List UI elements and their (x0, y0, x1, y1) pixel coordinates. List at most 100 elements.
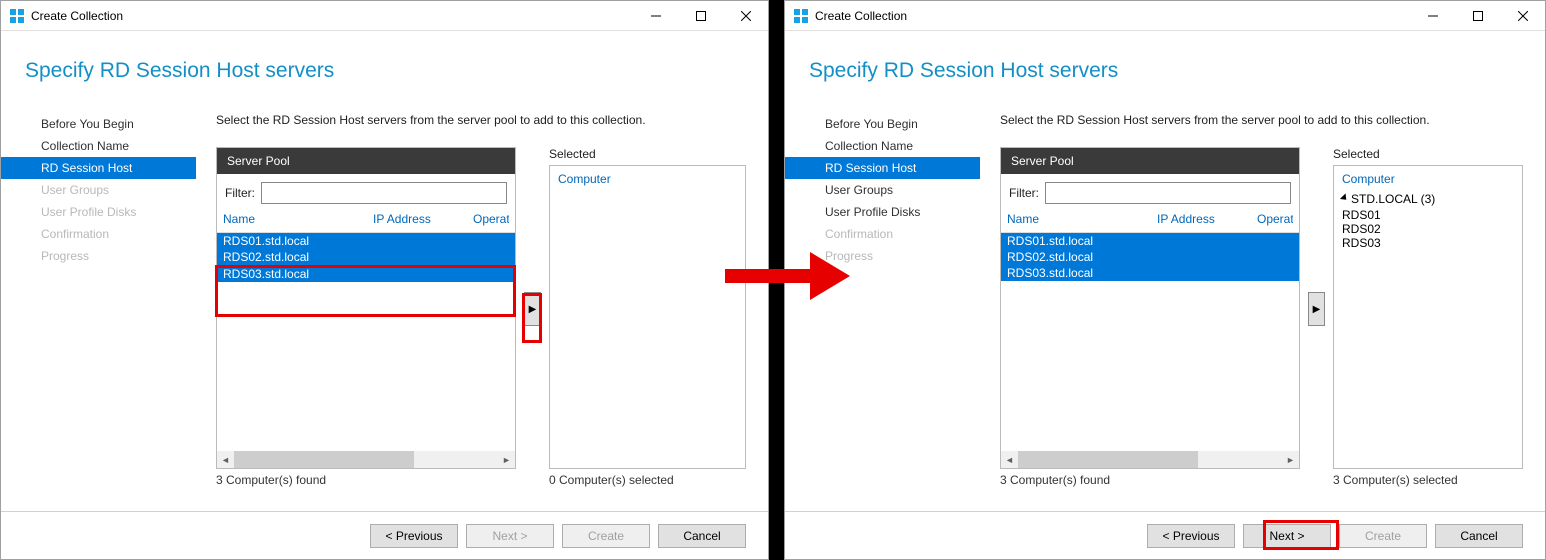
previous-button[interactable]: < Previous (1147, 524, 1235, 548)
nav-collection-name[interactable]: Collection Name (785, 135, 980, 157)
cancel-button[interactable]: Cancel (1435, 524, 1523, 548)
titlebar: Create Collection (1, 1, 768, 31)
titlebar: Create Collection (785, 1, 1545, 31)
close-button[interactable] (723, 2, 768, 30)
content-area: Select the RD Session Host servers from … (196, 101, 768, 511)
nav-progress: Progress (1, 245, 196, 267)
nav-user-profile-disks: User Profile Disks (1, 201, 196, 223)
server-columns: Name IP Address Operat (1001, 212, 1299, 233)
col-ip[interactable]: IP Address (373, 212, 473, 226)
col-name[interactable]: Name (223, 212, 373, 226)
scroll-right-icon[interactable]: ► (498, 451, 515, 468)
server-count: 3 Computer(s) found (1000, 473, 1300, 487)
selected-list[interactable]: Computer STD.LOCAL (3) RDS01 RDS02 RDS03 (1333, 165, 1523, 469)
h-scrollbar[interactable]: ◄ ► (217, 451, 515, 468)
scroll-left-icon[interactable]: ◄ (1001, 451, 1018, 468)
divider (769, 0, 784, 560)
wizard-footer: < Previous Next > Create Cancel (785, 511, 1545, 559)
wizard-window-after: Create Collection Specify RD Session Hos… (784, 0, 1546, 560)
selected-count: 0 Computer(s) selected (549, 473, 746, 487)
selected-count: 3 Computer(s) selected (1333, 473, 1523, 487)
nav-rd-session-host[interactable]: RD Session Host (1, 157, 196, 179)
server-pool: Server Pool Filter: Name IP Address Oper… (216, 147, 516, 469)
nav-user-groups[interactable]: User Groups (785, 179, 980, 201)
minimize-button[interactable] (633, 2, 678, 30)
selected-header: Computer (1342, 172, 1514, 186)
selected-group-label: STD.LOCAL (3) (1351, 192, 1435, 206)
page-title: Specify RD Session Host servers (785, 31, 1545, 83)
window-title: Create Collection (31, 9, 633, 23)
nav-before-you-begin[interactable]: Before You Begin (1, 113, 196, 135)
scroll-right-icon[interactable]: ► (1282, 451, 1299, 468)
app-icon (793, 8, 809, 24)
nav-user-profile-disks[interactable]: User Profile Disks (785, 201, 980, 223)
selected-group[interactable]: STD.LOCAL (3) (1342, 192, 1514, 206)
wizard-body: Before You Begin Collection Name RD Sess… (1, 101, 768, 511)
selected-item[interactable]: RDS02 (1342, 222, 1514, 236)
nav-collection-name[interactable]: Collection Name (1, 135, 196, 157)
nav-confirmation: Confirmation (1, 223, 196, 245)
wizard-nav: Before You Begin Collection Name RD Sess… (1, 101, 196, 511)
wizard-body: Before You Begin Collection Name RD Sess… (785, 101, 1545, 511)
server-row[interactable]: RDS01.std.local (1001, 233, 1299, 249)
instruction-text: Select the RD Session Host servers from … (216, 113, 746, 127)
maximize-button[interactable] (678, 2, 723, 30)
instruction-text: Select the RD Session Host servers from … (1000, 113, 1523, 127)
close-button[interactable] (1500, 2, 1545, 30)
server-count: 3 Computer(s) found (216, 473, 516, 487)
wizard-nav: Before You Begin Collection Name RD Sess… (785, 101, 980, 511)
server-row[interactable]: RDS01.std.local (217, 233, 515, 249)
selected-label: Selected (549, 147, 746, 165)
minimize-button[interactable] (1410, 2, 1455, 30)
page-title: Specify RD Session Host servers (1, 31, 768, 83)
nav-confirmation: Confirmation (785, 223, 980, 245)
server-row[interactable]: RDS02.std.local (1001, 249, 1299, 265)
server-pool: Server Pool Filter: Name IP Address Oper… (1000, 147, 1300, 469)
previous-button[interactable]: < Previous (370, 524, 458, 548)
selected-item[interactable]: RDS03 (1342, 236, 1514, 250)
filter-label: Filter: (1009, 186, 1039, 200)
window-title: Create Collection (815, 9, 1410, 23)
app-icon (9, 8, 25, 24)
content-area: Select the RD Session Host servers from … (980, 101, 1545, 511)
server-columns: Name IP Address Operat (217, 212, 515, 233)
server-list[interactable]: RDS01.std.local RDS02.std.local RDS03.st… (1001, 233, 1299, 451)
add-server-button[interactable]: ▶ (524, 292, 541, 326)
col-ip[interactable]: IP Address (1157, 212, 1257, 226)
nav-before-you-begin[interactable]: Before You Begin (785, 113, 980, 135)
nav-user-groups: User Groups (1, 179, 196, 201)
col-name[interactable]: Name (1007, 212, 1157, 226)
filter-input[interactable] (261, 182, 507, 204)
add-server-button[interactable]: ▶ (1308, 292, 1325, 326)
next-button: Next > (466, 524, 554, 548)
scroll-left-icon[interactable]: ◄ (217, 451, 234, 468)
caret-down-icon (1340, 193, 1349, 202)
filter-input[interactable] (1045, 182, 1291, 204)
col-operating[interactable]: Operat (473, 212, 509, 226)
server-selector: Server Pool Filter: Name IP Address Oper… (216, 147, 746, 487)
create-button: Create (562, 524, 650, 548)
scroll-thumb[interactable] (1018, 451, 1198, 468)
server-row[interactable]: RDS02.std.local (217, 249, 515, 266)
scroll-thumb[interactable] (234, 451, 414, 468)
wizard-window-before: Create Collection Specify RD Session Hos… (0, 0, 769, 560)
server-selector: Server Pool Filter: Name IP Address Oper… (1000, 147, 1523, 487)
maximize-button[interactable] (1455, 2, 1500, 30)
next-button[interactable]: Next > (1243, 524, 1331, 548)
server-list[interactable]: RDS01.std.local RDS02.std.local RDS03.st… (217, 233, 515, 451)
server-row[interactable]: RDS03.std.local (1001, 265, 1299, 281)
chevron-right-icon: ▶ (529, 304, 537, 315)
nav-progress: Progress (785, 245, 980, 267)
selected-list[interactable]: Computer (549, 165, 746, 469)
selected-item[interactable]: RDS01 (1342, 208, 1514, 222)
chevron-right-icon: ▶ (1313, 304, 1321, 315)
nav-rd-session-host[interactable]: RD Session Host (785, 157, 980, 179)
cancel-button[interactable]: Cancel (658, 524, 746, 548)
server-pool-header: Server Pool (1001, 148, 1299, 174)
h-scrollbar[interactable]: ◄ ► (1001, 451, 1299, 468)
selected-label: Selected (1333, 147, 1523, 165)
col-operating[interactable]: Operat (1257, 212, 1293, 226)
create-button: Create (1339, 524, 1427, 548)
selected-header: Computer (558, 172, 737, 186)
server-row[interactable]: RDS03.std.local (217, 266, 515, 282)
